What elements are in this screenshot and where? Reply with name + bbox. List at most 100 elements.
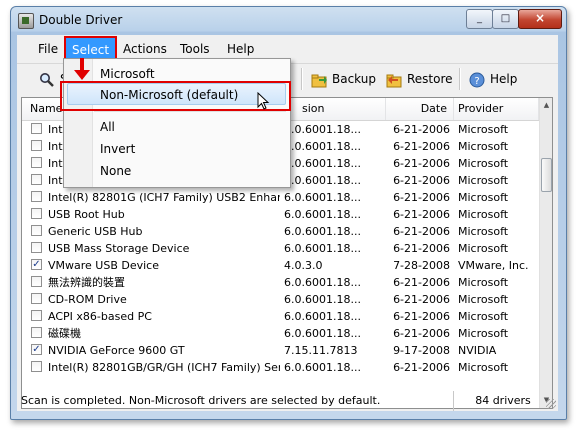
driver-date: 6-21-2006	[393, 293, 450, 306]
backup-label: Backup	[332, 72, 376, 86]
table-row[interactable]: USB Mass Storage Device 6.0.6001.18... 6-2…	[22, 240, 552, 257]
driver-date: 6-21-2006	[393, 157, 450, 170]
table-row[interactable]: CD-ROM Drive 6.0.6001.18... 6-21-2006 Micro…	[22, 291, 552, 308]
driver-provider: Microsoft	[458, 225, 509, 238]
title-bar[interactable]: Double Driver _ □ ×	[11, 7, 566, 35]
row-checkbox[interactable]	[31, 174, 42, 185]
driver-version: 6.0.6001.18...	[284, 276, 361, 289]
restore-icon	[386, 72, 402, 88]
driver-date: 6-21-2006	[393, 225, 450, 238]
driver-date: 6-21-2006	[393, 123, 450, 136]
driver-name: 磁碟機	[48, 327, 81, 340]
select-dropdown-menu: Microsoft Non-Microsoft (default) All In…	[63, 58, 291, 188]
driver-version: 6.0.6001.18...	[284, 157, 361, 170]
driver-provider: VMware, Inc.	[458, 259, 529, 272]
menu-help[interactable]: Help	[221, 38, 260, 60]
driver-version: 6.0.6001.18...	[284, 225, 361, 238]
driver-provider: Microsoft	[458, 276, 509, 289]
toolbar-separator	[459, 68, 461, 90]
toolbar-separator	[301, 68, 303, 90]
table-row[interactable]: Generic USB Hub 6.0.6001.18... 6-21-2006 Mi…	[22, 223, 552, 240]
row-checkbox[interactable]	[31, 276, 42, 287]
driver-version: 6.0.6001.18...	[284, 310, 361, 323]
driver-version: 6.0.6001.18...	[284, 242, 361, 255]
status-bar: Scan is completed. Non-Microsoft drivers…	[17, 391, 558, 411]
driver-date: 9-17-2008	[393, 344, 450, 357]
minimize-button[interactable]: _	[466, 9, 493, 29]
menu-item-invert[interactable]: Invert	[100, 139, 135, 159]
driver-date: 6-21-2006	[393, 191, 450, 204]
row-checkbox[interactable]: ✓	[31, 344, 42, 355]
row-checkbox[interactable]: ✓	[31, 259, 42, 270]
driver-name: Intel(R) 82801G (ICH7 Family) USB2 Enhan…	[48, 191, 280, 204]
table-row[interactable]: Intel(R) 82801G (ICH7 Family) USB2 Enhan…	[22, 189, 552, 206]
menu-bar: File Select Actions Tools Help	[17, 36, 558, 64]
restore-button[interactable]: Restore	[386, 70, 453, 88]
row-checkbox[interactable]	[31, 208, 42, 219]
annotation-arrow-head-icon	[74, 70, 90, 80]
column-header-version[interactable]: sion	[280, 98, 386, 120]
scroll-thumb[interactable]	[541, 158, 552, 192]
driver-version: 6.0.6001.18...	[284, 361, 361, 374]
driver-name: USB Mass Storage Device	[48, 242, 190, 255]
svg-text:?: ?	[474, 76, 479, 87]
driver-provider: Microsoft	[458, 174, 509, 187]
driver-provider: Microsoft	[458, 191, 509, 204]
help-button[interactable]: ? Help	[469, 70, 517, 88]
column-header-date[interactable]: Date	[386, 98, 454, 120]
driver-provider: Microsoft	[458, 310, 509, 323]
driver-name: ACPI x86-based PC	[48, 310, 152, 323]
column-header-provider[interactable]: Provider	[454, 98, 539, 120]
driver-version: 6.0.6001.18...	[284, 191, 361, 204]
row-checkbox[interactable]	[31, 310, 42, 321]
table-row[interactable]: USB Root Hub 6.0.6001.18... 6-21-2006 Micro…	[22, 206, 552, 223]
driver-version: 4.0.3.0	[284, 259, 323, 272]
driver-date: 6-21-2006	[393, 242, 450, 255]
row-checkbox[interactable]	[31, 123, 42, 134]
row-checkbox[interactable]	[31, 225, 42, 236]
driver-date: 6-21-2006	[393, 208, 450, 221]
row-checkbox[interactable]	[31, 191, 42, 202]
row-checkbox[interactable]	[31, 157, 42, 168]
resize-grip-icon[interactable]	[546, 399, 556, 409]
maximize-button[interactable]: □	[492, 9, 519, 29]
driver-date: 6-21-2006	[393, 140, 450, 153]
driver-count: 84 drivers	[453, 391, 552, 411]
driver-provider: Microsoft	[458, 242, 509, 255]
menu-item-none[interactable]: None	[100, 161, 131, 181]
driver-version: 6.0.6001.18...	[284, 123, 361, 136]
status-message: Scan is completed. Non-Microsoft drivers…	[21, 394, 381, 407]
driver-provider: Microsoft	[458, 293, 509, 306]
menu-item-all[interactable]: All	[100, 117, 115, 137]
table-row[interactable]: ACPI x86-based PC 6.0.6001.18... 6-21-2006…	[22, 308, 552, 325]
row-checkbox[interactable]	[31, 242, 42, 253]
driver-provider: Microsoft	[458, 157, 509, 170]
driver-date: 6-21-2006	[393, 361, 450, 374]
backup-button[interactable]: Backup	[311, 70, 376, 88]
table-row[interactable]: Intel(R) 82801GB/GR/GH (ICH7 Family) Ser…	[22, 359, 552, 376]
driver-name: Generic USB Hub	[48, 225, 143, 238]
help-icon: ?	[469, 72, 485, 88]
mouse-cursor-icon	[257, 92, 270, 110]
menu-actions[interactable]: Actions	[117, 38, 173, 60]
menu-tools[interactable]: Tools	[174, 38, 216, 60]
table-row[interactable]: ✓ NVIDIA GeForce 9600 GT 7.15.11.7813 9-17-…	[22, 342, 552, 359]
table-row[interactable]: ✓ VMware USB Device 4.0.3.0 7-28-2008 VMware…	[22, 257, 552, 274]
table-row[interactable]: 磁碟機 6.0.6001.18... 6-21-2006 Microsoft	[22, 325, 552, 342]
help-label: Help	[490, 72, 518, 86]
row-checkbox[interactable]	[31, 293, 42, 304]
row-checkbox[interactable]	[31, 361, 42, 372]
driver-version: 6.0.6001.18...	[284, 174, 361, 187]
driver-date: 6-21-2006	[393, 174, 450, 187]
table-row[interactable]: 無法辨識的裝置 6.0.6001.18... 6-21-2006 Microsoft	[22, 274, 552, 291]
row-checkbox[interactable]	[31, 140, 42, 151]
close-button[interactable]: ×	[518, 9, 562, 29]
scroll-up-icon[interactable]: ▲	[540, 98, 552, 113]
menu-file[interactable]: File	[32, 38, 64, 60]
vertical-scrollbar[interactable]: ▲ ▼	[539, 98, 552, 408]
driver-provider: Microsoft	[458, 140, 509, 153]
row-checkbox[interactable]	[31, 327, 42, 338]
driver-date: 6-21-2006	[393, 310, 450, 323]
driver-provider: Microsoft	[458, 123, 509, 136]
driver-provider: NVIDIA	[458, 344, 497, 357]
